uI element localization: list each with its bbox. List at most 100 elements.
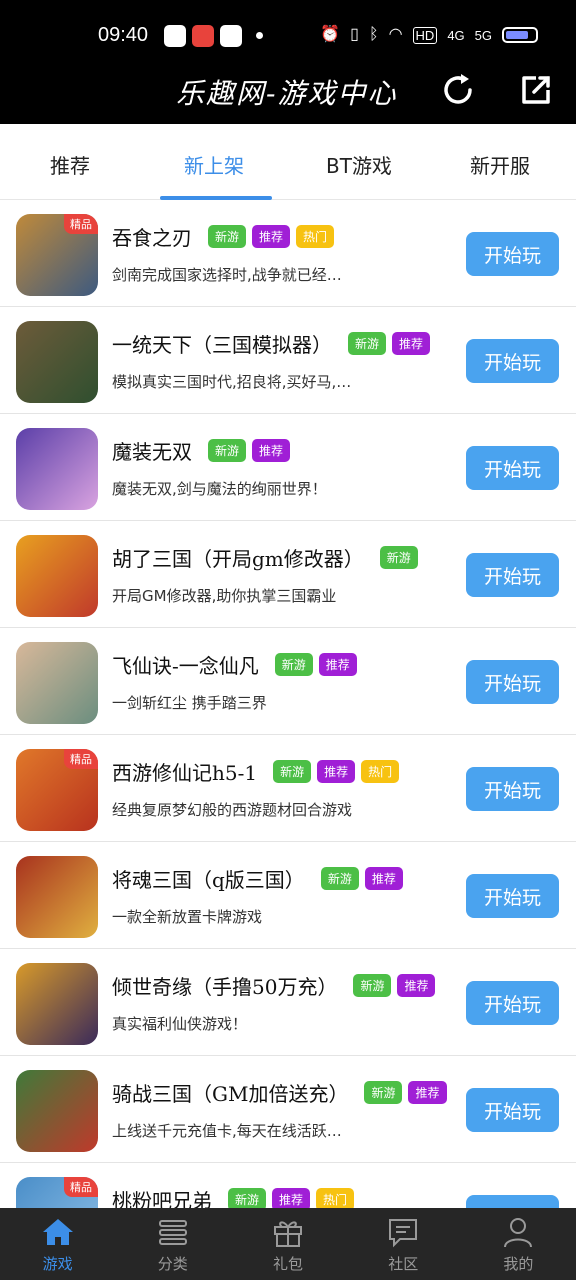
tab-new-servers[interactable]: 新开服 bbox=[470, 150, 530, 179]
tag-rec: 推荐 bbox=[252, 439, 291, 462]
game-icon[interactable] bbox=[16, 1070, 98, 1152]
game-name: 飞仙诀-一念仙凡 bbox=[112, 654, 259, 678]
network-label-4g: 4G bbox=[447, 27, 465, 43]
network-label-5g: 5G bbox=[474, 27, 492, 43]
title-bar: 乐趣网-游戏中心 bbox=[0, 62, 576, 124]
game-row[interactable]: 精品 吞食之刃 新游 推荐 热门 剑南完成国家选择时,战争就已经… 开始玩 bbox=[0, 200, 576, 307]
tag-hot: 热门 bbox=[361, 760, 400, 783]
game-description: 魔装无双,剑与魔法的绚丽世界！ bbox=[112, 480, 327, 498]
tag-new: 新游 bbox=[364, 1081, 403, 1104]
nav-item-list[interactable]: 分类 bbox=[115, 1208, 230, 1280]
baidu-app-icon bbox=[164, 25, 186, 47]
tab-new-arrivals[interactable]: 新上架 bbox=[184, 150, 244, 179]
game-row[interactable]: 一统天下（三国模拟器） 新游 推荐 模拟真实三国时代,招良将,买好马,… 开始玩 bbox=[0, 307, 576, 414]
game-icon[interactable] bbox=[16, 535, 98, 617]
tag-rec: 推荐 bbox=[397, 974, 436, 997]
nav-item-chat[interactable]: 社区 bbox=[346, 1208, 461, 1280]
tag-new: 新游 bbox=[379, 546, 418, 569]
tag-new: 新游 bbox=[274, 653, 313, 676]
game-title-line: 吞食之刃 新游 推荐 热门 bbox=[112, 222, 335, 251]
game-description: 模拟真实三国时代,招良将,买好马,… bbox=[112, 373, 352, 391]
premium-badge: 精品 bbox=[64, 214, 98, 234]
game-description: 上线送千元充值卡,每天在线活跃… bbox=[112, 1122, 342, 1140]
status-time: 09:40 bbox=[98, 24, 149, 46]
refresh-icon[interactable] bbox=[440, 70, 480, 110]
nav-item-home[interactable]: 游戏 bbox=[0, 1208, 115, 1280]
status-bar: 09:40 ⏰ ▯ ᛒ ◠ HD 4G 5G bbox=[0, 0, 576, 62]
game-description: 一剑斩红尘 携手踏三界 bbox=[112, 694, 267, 712]
tag-hot: 热门 bbox=[296, 225, 335, 248]
tag-new: 新游 bbox=[273, 760, 312, 783]
game-row[interactable]: 倾世奇缘（手撸50万充） 新游 推荐 真实福利仙侠游戏！ 开始玩 bbox=[0, 949, 576, 1056]
game-name: 西游修仙记h5-1 bbox=[112, 761, 258, 785]
game-title-line: 骑战三国（GM加倍送充） 新游 推荐 bbox=[112, 1078, 447, 1107]
app-icon bbox=[220, 25, 242, 47]
play-button[interactable]: 开始玩 bbox=[466, 1088, 559, 1132]
game-row[interactable]: 精品 西游修仙记h5-1 新游 推荐 热门 经典复原梦幻般的西游题材回合游戏 开始玩 bbox=[0, 735, 576, 842]
nav-item-gift[interactable]: 礼包 bbox=[230, 1208, 345, 1280]
game-row[interactable]: 将魂三国（q版三国） 新游 推荐 一款全新放置卡牌游戏 开始玩 bbox=[0, 842, 576, 949]
game-description: 真实福利仙侠游戏！ bbox=[112, 1015, 248, 1033]
play-button[interactable]: 开始玩 bbox=[466, 874, 559, 918]
game-title-line: 飞仙诀-一念仙凡 新游 推荐 bbox=[112, 650, 357, 679]
status-icons: ⏰ ▯ ᛒ ◠ HD 4G 5G bbox=[320, 24, 538, 46]
notification-dot-icon bbox=[256, 32, 263, 39]
game-name: 吞食之刃 bbox=[112, 226, 192, 250]
tab-bt-games[interactable]: BT游戏 bbox=[326, 150, 392, 179]
play-button[interactable]: 开始玩 bbox=[466, 981, 559, 1025]
bluetooth-icon: ᛒ bbox=[368, 26, 379, 43]
nav-label: 我的 bbox=[503, 1254, 534, 1273]
wifi-icon: ◠ bbox=[388, 26, 403, 43]
game-row[interactable]: 骑战三国（GM加倍送充） 新游 推荐 上线送千元充值卡,每天在线活跃… 开始玩 bbox=[0, 1056, 576, 1163]
game-icon[interactable] bbox=[16, 642, 98, 724]
game-row[interactable]: 飞仙诀-一念仙凡 新游 推荐 一剑斩红尘 携手踏三界 开始玩 bbox=[0, 628, 576, 735]
game-title-line: 魔装无双 新游 推荐 bbox=[112, 436, 291, 465]
premium-badge: 精品 bbox=[64, 749, 98, 769]
tag-rec: 推荐 bbox=[317, 760, 356, 783]
game-icon[interactable] bbox=[16, 321, 98, 403]
game-row[interactable]: 胡了三国（开局gm修改器） 新游 开局GM修改器,助你执掌三国霸业 开始玩 bbox=[0, 521, 576, 628]
play-button[interactable]: 开始玩 bbox=[466, 553, 559, 597]
nav-label: 分类 bbox=[157, 1254, 188, 1273]
game-list: 精品 吞食之刃 新游 推荐 热门 剑南完成国家选择时,战争就已经… 开始玩 一统天下… bbox=[0, 200, 576, 1270]
premium-badge: 精品 bbox=[64, 1177, 98, 1197]
game-name: 将魂三国（q版三国） bbox=[112, 868, 305, 892]
home-icon bbox=[42, 1218, 73, 1245]
vibrate-icon: ▯ bbox=[350, 26, 359, 43]
play-button[interactable]: 开始玩 bbox=[466, 767, 559, 811]
nav-label: 游戏 bbox=[42, 1254, 73, 1273]
gift-icon bbox=[274, 1220, 302, 1247]
tag-new: 新游 bbox=[348, 332, 387, 355]
tag-rec: 推荐 bbox=[252, 225, 291, 248]
play-button[interactable]: 开始玩 bbox=[466, 339, 559, 383]
page-title: 乐趣网-游戏中心 bbox=[176, 77, 398, 110]
game-icon[interactable]: 精品 bbox=[16, 214, 98, 296]
game-name: 魔装无双 bbox=[112, 440, 192, 464]
tag-rec: 推荐 bbox=[392, 332, 431, 355]
play-button[interactable]: 开始玩 bbox=[466, 232, 559, 276]
tag-rec: 推荐 bbox=[408, 1081, 447, 1104]
tag-rec: 推荐 bbox=[318, 653, 357, 676]
alarm-icon: ⏰ bbox=[320, 26, 341, 43]
nav-label: 社区 bbox=[388, 1254, 419, 1273]
game-icon[interactable] bbox=[16, 428, 98, 510]
tag-new: 新游 bbox=[208, 439, 247, 462]
hd-label: HD bbox=[412, 26, 438, 44]
game-title-line: 将魂三国（q版三国） 新游 推荐 bbox=[112, 864, 403, 893]
nav-item-user[interactable]: 我的 bbox=[461, 1208, 576, 1280]
game-icon[interactable]: 精品 bbox=[16, 749, 98, 831]
share-icon[interactable] bbox=[516, 70, 556, 110]
game-row[interactable]: 魔装无双 新游 推荐 魔装无双,剑与魔法的绚丽世界！ 开始玩 bbox=[0, 414, 576, 521]
game-icon[interactable] bbox=[16, 856, 98, 938]
battery-icon bbox=[502, 27, 538, 43]
play-button[interactable]: 开始玩 bbox=[466, 446, 559, 490]
game-description: 经典复原梦幻般的西游题材回合游戏 bbox=[112, 801, 353, 819]
tag-new: 新游 bbox=[320, 867, 359, 890]
category-tabs: 推荐 新上架 BT游戏 新开服 bbox=[0, 126, 576, 200]
game-description: 一款全新放置卡牌游戏 bbox=[112, 908, 263, 926]
game-icon[interactable] bbox=[16, 963, 98, 1045]
play-button[interactable]: 开始玩 bbox=[466, 660, 559, 704]
nav-label: 礼包 bbox=[273, 1254, 304, 1273]
tab-recommend[interactable]: 推荐 bbox=[50, 150, 90, 179]
game-title-line: 倾世奇缘（手撸50万充） 新游 推荐 bbox=[112, 971, 436, 1000]
